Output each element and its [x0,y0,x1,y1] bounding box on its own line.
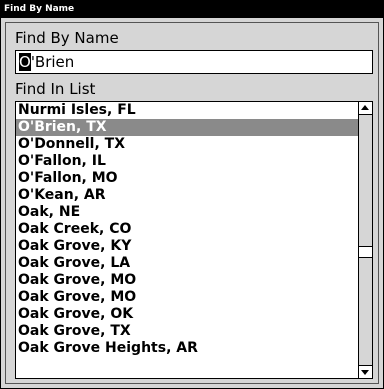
list-item[interactable]: Oak Grove Heights, AR [16,340,359,357]
name-input[interactable]: O'Brien [15,50,373,74]
name-input-text: 'Brien [30,53,75,71]
list-item[interactable]: O'Brien, TX [16,119,359,136]
scroll-up-button[interactable] [359,102,372,115]
find-by-name-label: Find By Name [15,29,119,47]
find-in-list-label: Find In List [15,80,96,98]
list-item[interactable]: Oak Grove, KY [16,238,359,255]
list-item[interactable]: Oak Grove, TX [16,323,359,340]
arrow-down-icon [361,370,369,375]
find-by-name-dialog: Find By Name Find By Name O'Brien Find I… [0,0,384,389]
list-item[interactable]: O'Kean, AR [16,187,359,204]
text-cursor: O [19,53,31,71]
list-item[interactable]: Nurmi Isles, FL [16,102,359,119]
list-item[interactable]: O'Fallon, IL [16,153,359,170]
list-item[interactable]: Oak Grove, LA [16,255,359,272]
scroll-thumb[interactable] [359,245,372,258]
arrow-up-icon [361,105,369,110]
list-item[interactable]: Oak Grove, OK [16,306,359,323]
list-scrollbar[interactable] [358,102,372,378]
list-item[interactable]: O'Fallon, MO [16,170,359,187]
list-item[interactable]: Oak Grove, MO [16,272,359,289]
window-title: Find By Name [1,1,383,18]
list-item[interactable]: Oak Creek, CO [16,221,359,238]
dialog-body: Find By Name O'Brien Find In List Nurmi … [5,22,379,384]
list-item[interactable]: Oak Grove, MO [16,289,359,306]
list-item[interactable]: O'Donnell, TX [16,136,359,153]
results-list[interactable]: Nurmi Isles, FL O'Brien, TX O'Donnell, TX O… [15,101,373,379]
list-item[interactable]: Oak, NE [16,204,359,221]
scroll-down-button[interactable] [359,365,372,378]
results-list-items: Nurmi Isles, FL O'Brien, TX O'Donnell, TX O… [16,102,359,357]
